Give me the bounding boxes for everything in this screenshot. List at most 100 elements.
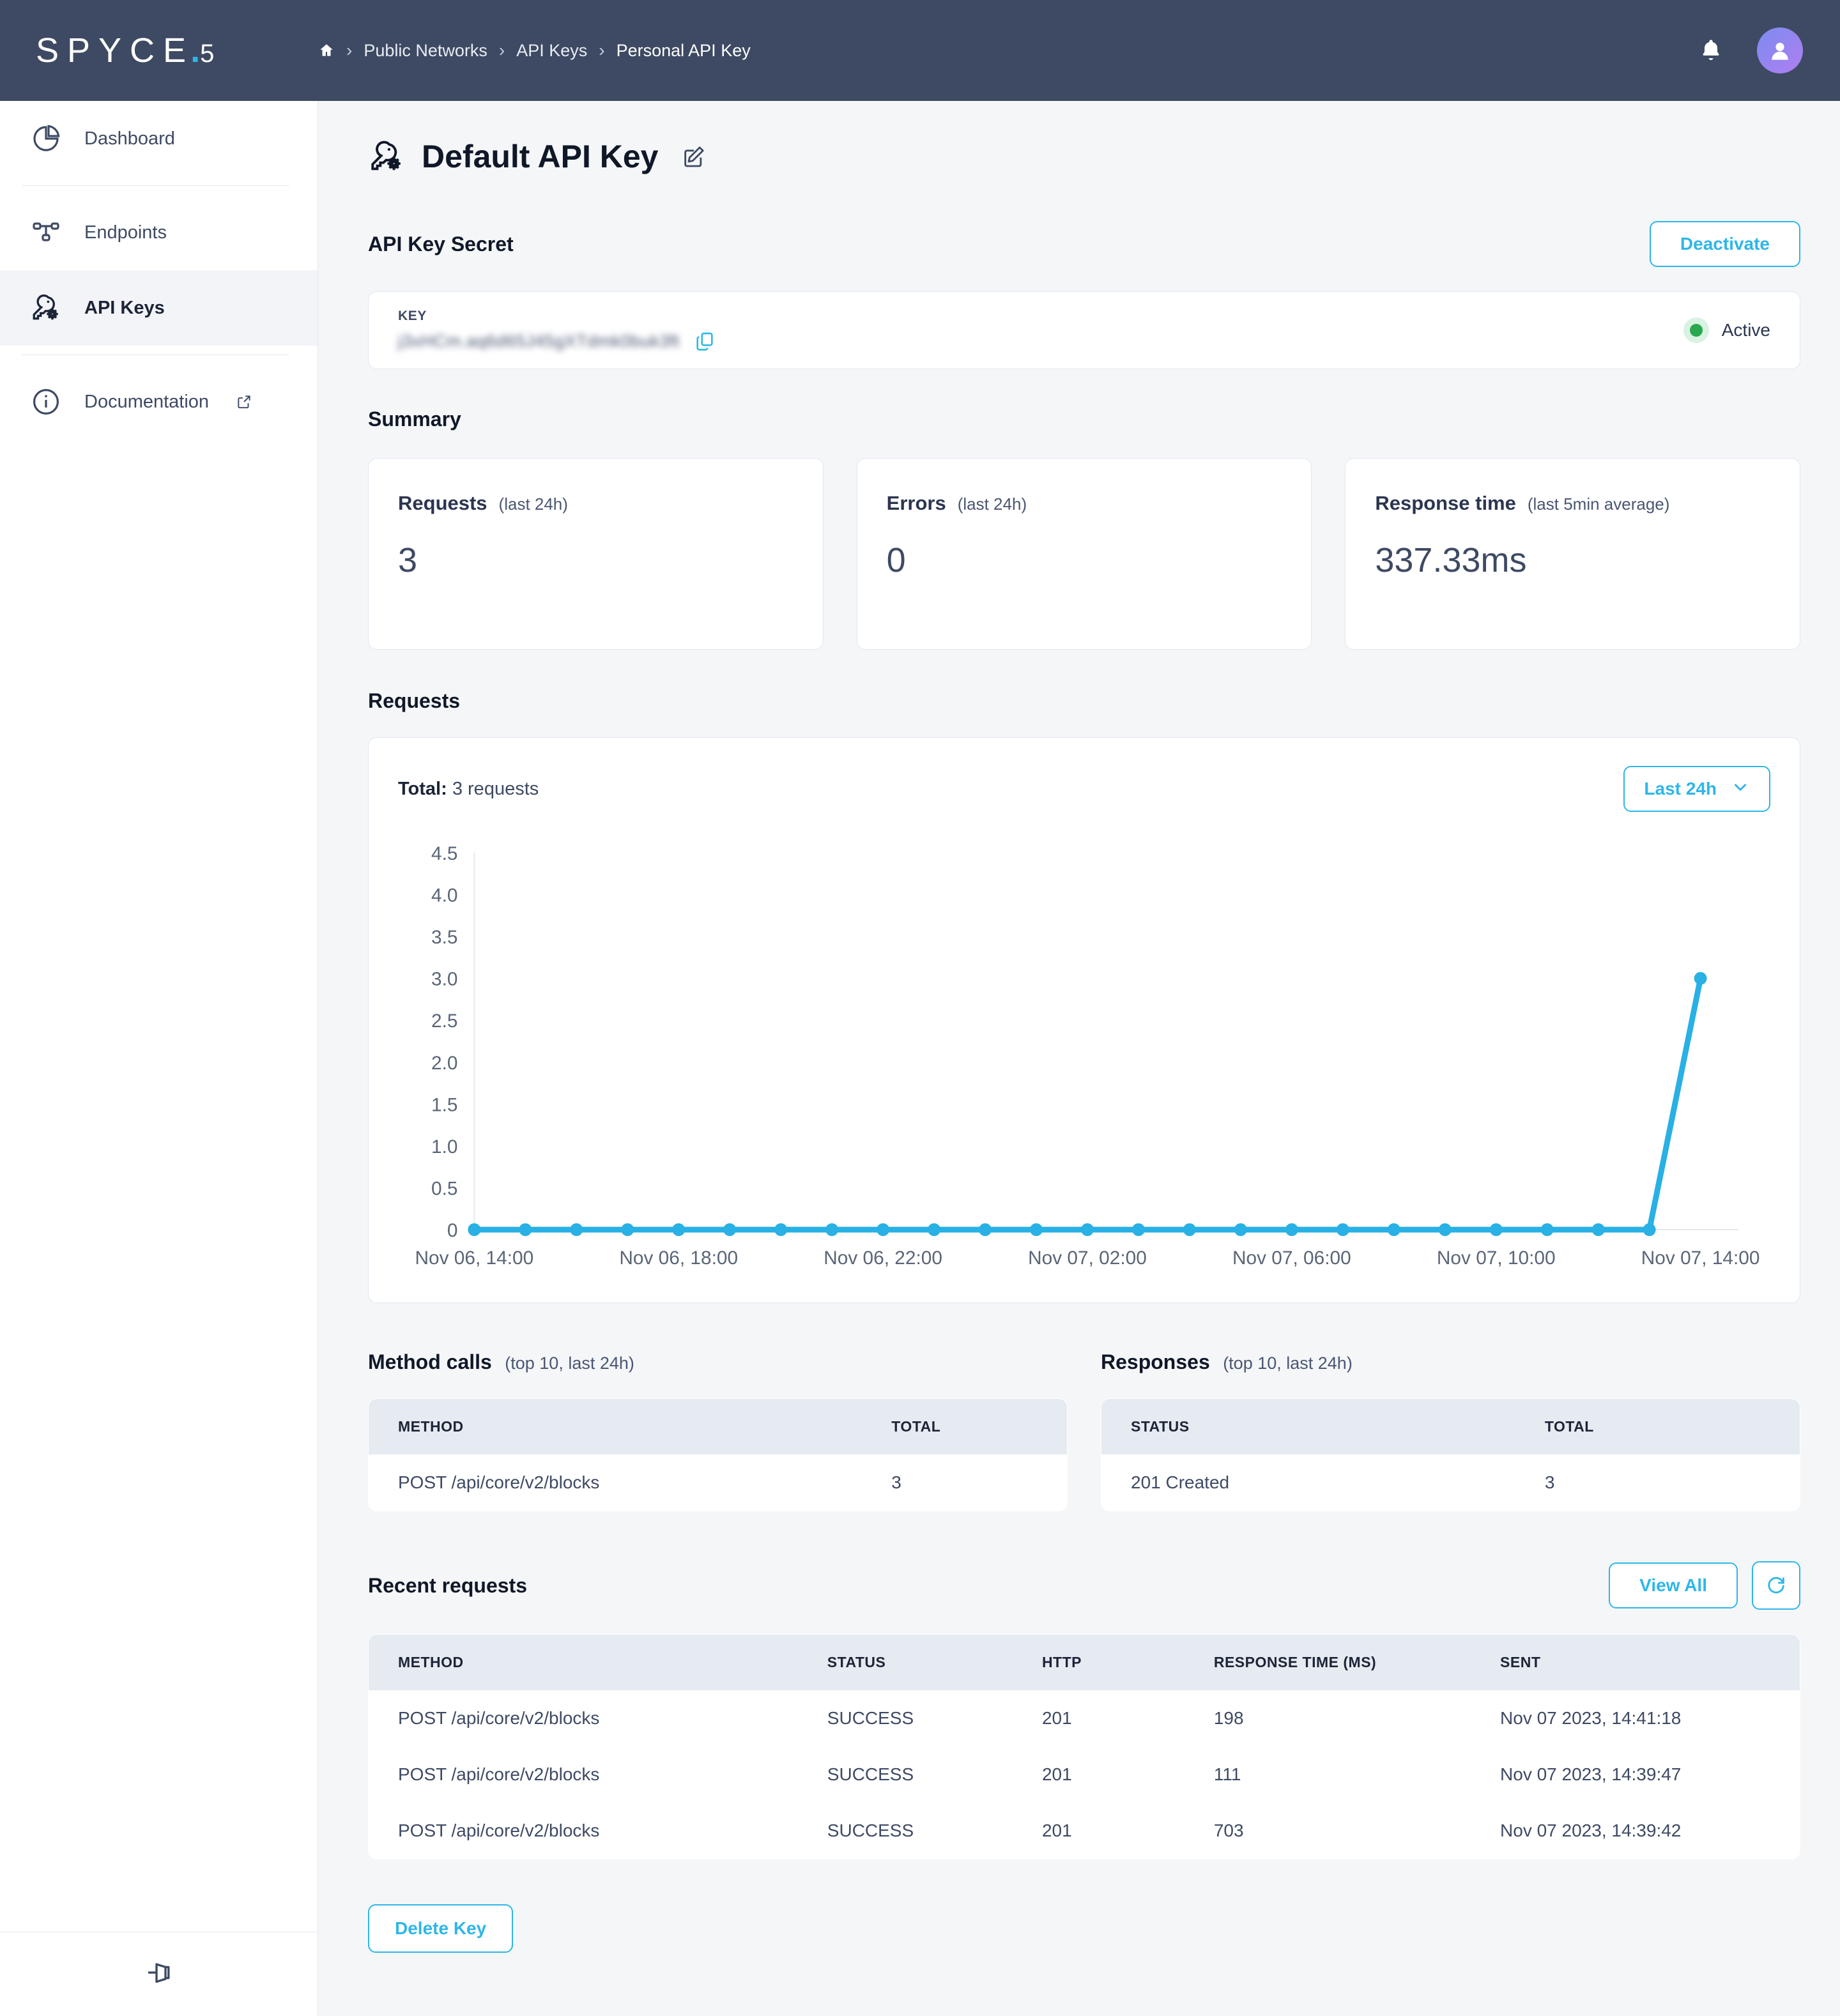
svg-text:0: 0 [447, 1220, 458, 1241]
summary-section-title: Summary [368, 408, 461, 431]
sidebar-collapse-button[interactable] [0, 1932, 318, 2016]
responses-header: Responses (top 10, last 24h) [1101, 1350, 1800, 1374]
sidebar-divider [22, 185, 289, 186]
cell-sent: Nov 07 2023, 14:39:47 [1471, 1746, 1800, 1803]
chevron-down-icon [1731, 777, 1750, 801]
svg-text:4.0: 4.0 [431, 885, 457, 906]
table-row: POST /api/core/v2/blocks 3 [369, 1455, 1067, 1511]
cell-total: 3 [1515, 1455, 1800, 1511]
chart-total-value: 3 requests [452, 778, 539, 799]
brand-logo[interactable]: SPYCE. 5 [0, 31, 318, 70]
responses-title: Responses [1101, 1350, 1210, 1373]
svg-text:1.0: 1.0 [431, 1136, 457, 1157]
bell-icon[interactable] [1698, 36, 1724, 65]
requests-section-title: Requests [368, 689, 461, 712]
secret-section-header: API Key Secret Deactivate [368, 221, 1800, 267]
table-header-row: STATUS TOTAL [1101, 1399, 1800, 1455]
svg-text:Nov 06, 14:00: Nov 06, 14:00 [415, 1248, 533, 1269]
breadcrumb-separator: › [346, 40, 353, 60]
sidebar-item-endpoints[interactable]: Endpoints [0, 195, 318, 270]
svg-text:Nov 07, 06:00: Nov 07, 06:00 [1232, 1248, 1351, 1269]
svg-text:Nov 06, 18:00: Nov 06, 18:00 [619, 1248, 738, 1269]
recent-requests-title: Recent requests [368, 1573, 527, 1597]
summary-card-value: 3 [398, 541, 418, 579]
summary-card-note: (last 24h) [957, 494, 1027, 514]
method-calls-header: Method calls (top 10, last 24h) [368, 1350, 1068, 1374]
method-calls-title: Method calls [368, 1350, 492, 1373]
cell-http: 201 [1012, 1803, 1184, 1859]
responses-note: (top 10, last 24h) [1223, 1354, 1353, 1373]
breadcrumb-item-public-networks[interactable]: Public Networks [364, 41, 487, 61]
breadcrumb-separator: › [599, 40, 605, 60]
chart-total-prefix: Total: [398, 778, 447, 799]
user-avatar-icon[interactable] [1757, 27, 1803, 73]
key-gear-icon [368, 138, 405, 175]
status-badge: Active [1683, 317, 1770, 343]
cell-status: SUCCESS [797, 1746, 1013, 1803]
brand-dot: . [190, 31, 201, 70]
summary-card-note: (last 5min average) [1527, 494, 1670, 514]
chart-header: Total: 3 requests Last 24h [398, 766, 1770, 812]
sidebar: Dashboard Endpoints API Keys Documentati… [0, 101, 318, 2016]
column-header-method: METHOD [369, 1635, 798, 1690]
requests-line-chart: 0 0.5 1.0 1.5 2.0 2.5 3.0 3.5 4.0 4.5 Nov 06, 14:0… [398, 834, 1770, 1281]
recent-requests-table: METHOD STATUS HTTP RESPONSE TIME (MS) SE… [368, 1634, 1800, 1859]
summary-card-value: 0 [886, 541, 906, 579]
table-row: POST /api/core/v2/blocks SUCCESS 201 703… [369, 1803, 1800, 1859]
cell-method: POST /api/core/v2/blocks [369, 1746, 798, 1803]
summary-card-label: Response time [1375, 492, 1516, 514]
copy-icon[interactable] [694, 330, 716, 352]
breadcrumb-separator: › [498, 40, 505, 60]
table-header-row: METHOD TOTAL [369, 1399, 1067, 1455]
cell-method: POST /api/core/v2/blocks [369, 1455, 862, 1511]
summary-section-header: Summary [368, 408, 1800, 431]
edit-pencil-icon[interactable] [681, 144, 707, 169]
footer-actions: Delete Key [368, 1904, 1800, 1953]
sidebar-item-label: API Keys [84, 297, 165, 318]
deactivate-button[interactable]: Deactivate [1649, 221, 1800, 267]
cell-status: SUCCESS [797, 1803, 1013, 1859]
collapse-panel-icon [144, 1957, 174, 1991]
breadcrumb-item-api-keys[interactable]: API Keys [516, 41, 587, 61]
brand-name: SPYCE [36, 31, 195, 70]
svg-text:1.5: 1.5 [431, 1094, 457, 1115]
svg-text:Nov 07, 02:00: Nov 07, 02:00 [1028, 1248, 1147, 1269]
svg-text:3.0: 3.0 [431, 969, 457, 990]
breadcrumb-item-personal-api-key[interactable]: Personal API Key [617, 41, 751, 61]
svg-text:Nov 07, 14:00: Nov 07, 14:00 [1641, 1248, 1760, 1269]
table-row: POST /api/core/v2/blocks SUCCESS 201 111… [369, 1746, 1800, 1803]
sidebar-item-label: Documentation [84, 391, 210, 412]
refresh-button[interactable] [1752, 1561, 1800, 1610]
time-range-label: Last 24h [1644, 779, 1717, 798]
view-all-button[interactable]: View All [1609, 1562, 1738, 1608]
cell-response-time: 111 [1184, 1746, 1471, 1803]
key-gear-icon [28, 290, 64, 326]
sidebar-item-documentation[interactable]: Documentation [0, 364, 318, 439]
method-calls-note: (top 10, last 24h) [505, 1354, 634, 1373]
svg-text:2.5: 2.5 [431, 1011, 457, 1032]
pie-chart-icon [28, 121, 64, 157]
key-label: KEY [398, 309, 427, 323]
external-link-icon [236, 393, 252, 410]
column-header-status: STATUS [1101, 1399, 1515, 1455]
tables-row: Method calls (top 10, last 24h) METHOD T… [368, 1350, 1800, 1511]
svg-text:3.5: 3.5 [431, 927, 457, 948]
cell-response-time: 703 [1184, 1803, 1471, 1859]
column-header-http: HTTP [1012, 1635, 1184, 1690]
sidebar-item-api-keys[interactable]: API Keys [0, 270, 318, 346]
summary-card-label: Errors [886, 492, 946, 514]
chart-total: Total: 3 requests [398, 779, 539, 800]
svg-text:0.5: 0.5 [431, 1178, 457, 1199]
svg-text:Nov 07, 10:00: Nov 07, 10:00 [1437, 1248, 1556, 1269]
cell-method: POST /api/core/v2/blocks [369, 1690, 798, 1746]
sidebar-item-dashboard[interactable]: Dashboard [0, 101, 318, 176]
column-header-method: METHOD [369, 1399, 862, 1455]
sidebar-item-label: Dashboard [84, 128, 175, 149]
time-range-dropdown[interactable]: Last 24h [1623, 766, 1770, 812]
home-icon[interactable] [318, 42, 335, 59]
delete-key-button[interactable]: Delete Key [368, 1904, 514, 1953]
info-circle-icon [28, 384, 64, 420]
top-bar: SPYCE. 5 › Public Networks › API Keys › P… [0, 0, 1840, 101]
network-nodes-icon [28, 215, 64, 250]
chart-svg: 0 0.5 1.0 1.5 2.0 2.5 3.0 3.5 4.0 4.5 Nov 06, 14:0… [415, 843, 1760, 1269]
